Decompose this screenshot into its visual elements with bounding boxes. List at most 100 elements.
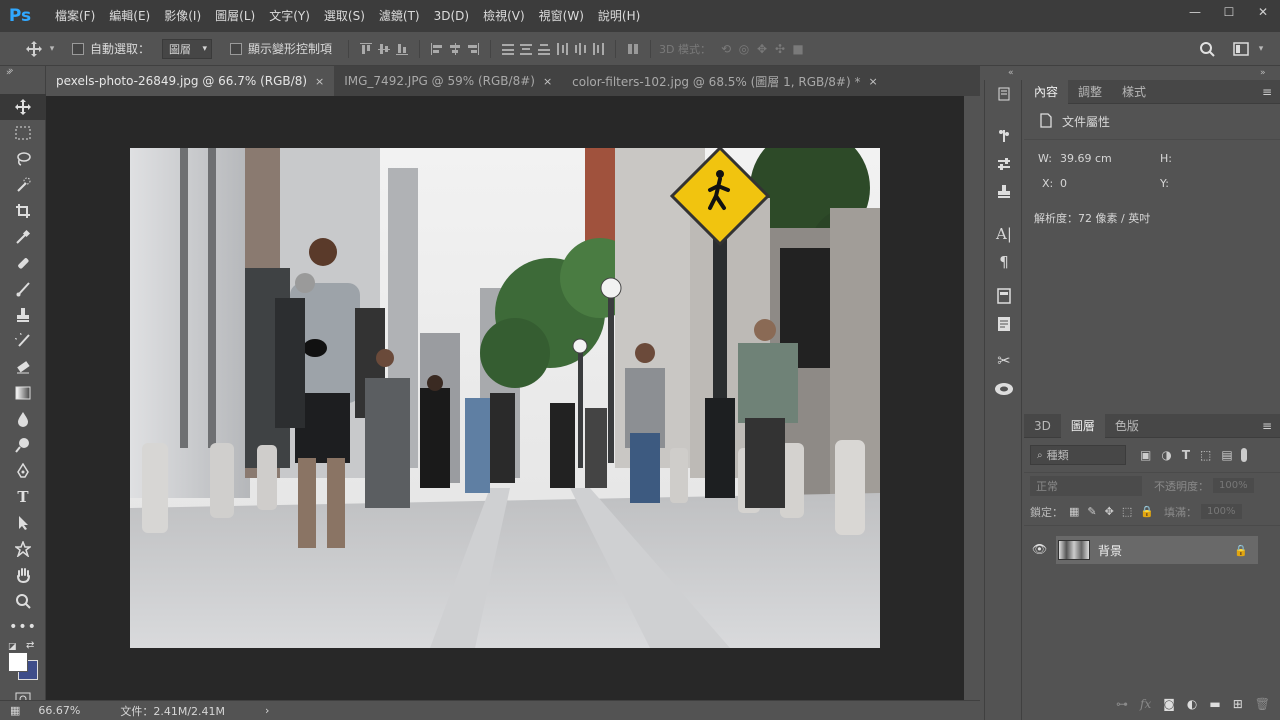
tab-document-1[interactable]: pexels-photo-26849.jpg @ 66.7% (RGB/8) × xyxy=(46,66,335,96)
move-tool[interactable] xyxy=(0,94,46,120)
brush-tool[interactable] xyxy=(0,276,46,302)
more-tools-icon[interactable]: ••• xyxy=(0,614,46,640)
history-icon[interactable] xyxy=(985,80,1023,108)
tab-document-3[interactable]: color-filters-102.jpg @ 68.5% (圖層 1, RGB… xyxy=(562,66,888,96)
quick-select-tool[interactable] xyxy=(0,172,46,198)
new-layer-icon[interactable]: ⊞ xyxy=(1233,697,1243,711)
menu-3d[interactable]: 3D(D) xyxy=(427,0,476,32)
glyphs-icon[interactable] xyxy=(985,282,1023,310)
tab-document-2[interactable]: IMG_7492.JPG @ 59% (RGB/8#) × xyxy=(334,66,563,96)
tab-adjustments[interactable]: 調整 xyxy=(1068,80,1112,104)
menu-filter[interactable]: 濾鏡(T) xyxy=(372,0,427,32)
opacity-value[interactable]: 100% xyxy=(1213,478,1254,493)
align-vcenter-icon[interactable] xyxy=(375,40,393,58)
character-icon[interactable]: A| xyxy=(985,220,1023,248)
layer-filter-dropdown[interactable]: ⌕ 種類 xyxy=(1030,445,1126,465)
search-icon[interactable] xyxy=(1198,40,1216,58)
align-left-icon[interactable] xyxy=(428,40,446,58)
swap-colors-icon[interactable]: ⇄ xyxy=(26,640,34,651)
move-tool-icon[interactable] xyxy=(22,40,46,58)
vertical-scrollbar[interactable] xyxy=(964,96,980,700)
pen-tool[interactable] xyxy=(0,458,46,484)
show-transform-checkbox[interactable] xyxy=(230,42,243,55)
distribute-top-icon[interactable] xyxy=(499,40,517,58)
tab-channels[interactable]: 色版 xyxy=(1105,414,1149,438)
menu-file[interactable]: 檔案(F) xyxy=(48,0,102,32)
menu-window[interactable]: 視窗(W) xyxy=(532,0,591,32)
menu-edit[interactable]: 編輯(E) xyxy=(102,0,157,32)
fx-icon[interactable]: fx xyxy=(1140,697,1151,711)
eraser-tool[interactable] xyxy=(0,354,46,380)
brush-settings-icon[interactable] xyxy=(985,122,1023,150)
gradient-tool[interactable] xyxy=(0,380,46,406)
lock-artboard-icon[interactable]: ⬚ xyxy=(1122,505,1132,518)
close-icon[interactable]: × xyxy=(543,75,552,88)
healing-brush-tool[interactable] xyxy=(0,250,46,276)
lock-image-icon[interactable]: ✎ xyxy=(1087,505,1096,518)
clone-source-icon[interactable] xyxy=(985,178,1023,206)
filter-type-icon[interactable]: T xyxy=(1182,448,1190,462)
menu-type[interactable]: 文字(Y) xyxy=(262,0,317,32)
dodge-tool[interactable] xyxy=(0,432,46,458)
auto-select-dropdown[interactable]: 圖層 ▾ xyxy=(162,38,213,59)
delete-layer-icon[interactable]: 🗑 xyxy=(1255,697,1270,711)
align-top-icon[interactable] xyxy=(357,40,375,58)
paragraph-icon[interactable]: ¶ xyxy=(985,248,1023,276)
blur-tool[interactable] xyxy=(0,406,46,432)
tab-layers[interactable]: 圖層 xyxy=(1060,413,1105,438)
collapse-arrows-icon[interactable]: » xyxy=(1260,68,1266,78)
distribute-vcenter-icon[interactable] xyxy=(517,40,535,58)
lasso-tool[interactable] xyxy=(0,146,46,172)
new-group-icon[interactable]: ▬ xyxy=(1209,697,1220,711)
clone-stamp-tool[interactable] xyxy=(0,302,46,328)
panel-menu-icon[interactable]: ≡ xyxy=(1262,85,1272,99)
chevron-down-icon[interactable]: ▾ xyxy=(1252,40,1270,58)
filter-smart-object-icon[interactable]: ▤ xyxy=(1221,448,1232,462)
adjust-sliders-icon[interactable] xyxy=(985,150,1023,178)
menu-view[interactable]: 檢視(V) xyxy=(476,0,532,32)
document-image[interactable] xyxy=(130,148,880,648)
collapse-arrows-icon[interactable]: » xyxy=(6,68,12,78)
history-brush-tool[interactable] xyxy=(0,328,46,354)
menu-help[interactable]: 說明(H) xyxy=(591,0,647,32)
width-value[interactable]: 39.69 cm xyxy=(1060,152,1112,165)
add-mask-icon[interactable]: ◙ xyxy=(1163,697,1175,711)
notes-icon[interactable] xyxy=(985,310,1023,338)
distribute-bottom-icon[interactable] xyxy=(535,40,553,58)
tool-presets-icon[interactable]: ✂ xyxy=(985,346,1023,374)
filter-image-icon[interactable]: ▣ xyxy=(1140,448,1151,462)
auto-select-checkbox[interactable] xyxy=(72,42,84,55)
grid-icon[interactable]: ▦ xyxy=(10,704,20,717)
align-hcenter-icon[interactable] xyxy=(446,40,464,58)
workspace-icon[interactable] xyxy=(1232,40,1250,58)
zoom-level[interactable]: 66.67% xyxy=(38,704,80,717)
eyedropper-tool[interactable] xyxy=(0,224,46,250)
auto-align-icon[interactable] xyxy=(624,40,642,58)
layer-row-background[interactable]: 👁 背景 🔒 xyxy=(1024,536,1280,564)
x-value[interactable]: 0 xyxy=(1060,177,1067,190)
fill-value[interactable]: 100% xyxy=(1200,504,1242,519)
path-selection-tool[interactable] xyxy=(0,510,46,536)
tab-styles[interactable]: 樣式 xyxy=(1112,80,1156,104)
menu-layer[interactable]: 圖層(L) xyxy=(208,0,262,32)
hand-tool[interactable] xyxy=(0,562,46,588)
align-bottom-icon[interactable] xyxy=(393,40,411,58)
filter-adjustment-icon[interactable]: ◑ xyxy=(1161,448,1171,462)
marquee-tool[interactable] xyxy=(0,120,46,146)
distribute-left-icon[interactable] xyxy=(553,40,571,58)
close-icon[interactable]: × xyxy=(315,75,324,88)
lock-all-icon[interactable]: 🔒 xyxy=(1140,505,1154,518)
link-layers-icon[interactable]: ⊶ xyxy=(1116,697,1128,711)
close-icon[interactable]: × xyxy=(868,75,877,88)
status-arrow-icon[interactable]: › xyxy=(265,704,269,717)
libraries-icon[interactable] xyxy=(985,374,1023,402)
panel-menu-icon[interactable]: ≡ xyxy=(1262,419,1272,433)
distribute-right-icon[interactable] xyxy=(589,40,607,58)
foreground-color-swatch[interactable] xyxy=(8,652,28,672)
chevron-down-icon[interactable]: ▾ xyxy=(46,40,58,58)
menu-select[interactable]: 選取(S) xyxy=(317,0,372,32)
tab-properties[interactable]: 內容 xyxy=(1024,79,1069,104)
blend-mode-dropdown[interactable]: 正常 xyxy=(1030,475,1142,496)
filter-toggle[interactable] xyxy=(1240,448,1247,462)
lock-transparent-icon[interactable]: ▦ xyxy=(1069,505,1079,518)
